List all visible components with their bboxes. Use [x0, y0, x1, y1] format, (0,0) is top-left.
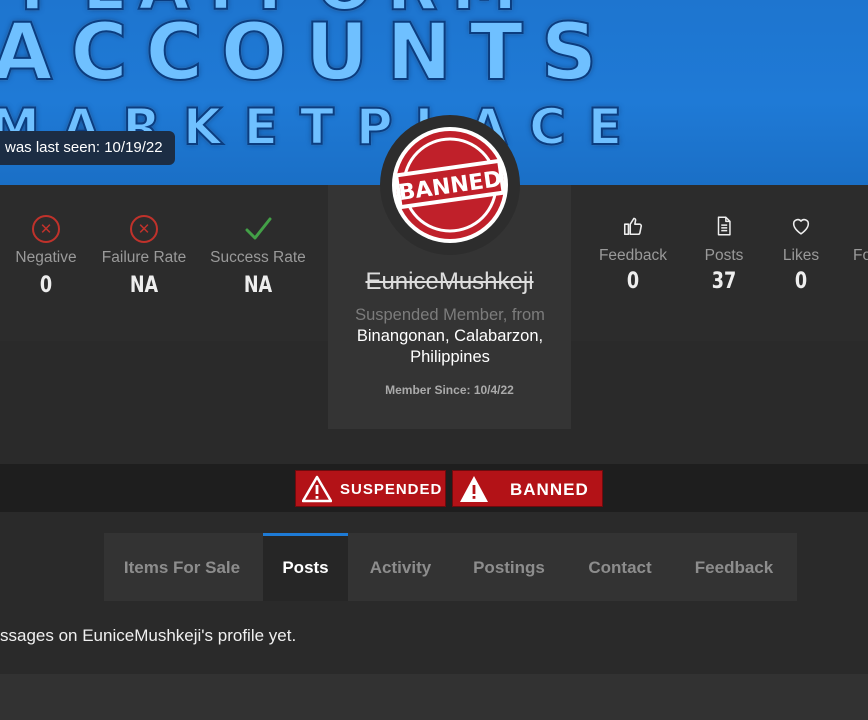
- banned-stamp-icon: BANNED: [392, 127, 508, 243]
- document-icon: [717, 216, 731, 236]
- footer-band: [0, 674, 868, 720]
- user-title-rank: Suspended Member: [355, 306, 503, 324]
- tab-feedback[interactable]: Feedback: [675, 533, 793, 601]
- stat-feedback[interactable]: Feedback 0: [583, 215, 683, 294]
- stat-label: Success Rate: [210, 249, 306, 266]
- x-circle-icon: ✕: [130, 215, 158, 243]
- stat-failure-rate: ✕ Failure Rate NA: [94, 215, 194, 298]
- profile-tabs: Items For Sale Posts Activity Postings C…: [104, 533, 797, 601]
- stat-label: Feedback: [598, 247, 668, 264]
- username: EuniceMushkeji: [365, 268, 534, 295]
- stat-followers[interactable]: Fo: [853, 215, 868, 265]
- banned-badge: BANNED: [452, 470, 603, 507]
- thumbs-up-icon: [623, 217, 643, 236]
- badge-label: SUSPENDED: [340, 481, 443, 498]
- avatar[interactable]: BANNED: [380, 115, 520, 255]
- tab-activity[interactable]: Activity: [348, 533, 453, 601]
- check-icon: [245, 217, 272, 240]
- stat-success-rate: Success Rate NA: [208, 215, 308, 298]
- banner-text-line2: ACCOUNTS: [0, 7, 616, 99]
- badge-label: BANNED: [510, 480, 589, 499]
- user-title-from: , from: [502, 306, 545, 324]
- stat-likes[interactable]: Likes 0: [751, 215, 851, 294]
- tab-posts[interactable]: Posts: [263, 533, 348, 601]
- member-since: Member Since: 10/4/22: [385, 383, 514, 397]
- stat-label: Likes: [782, 247, 820, 264]
- x-circle-icon: ✕: [32, 215, 60, 243]
- empty-messages-text: ssages on EuniceMushkeji's profile yet.: [0, 626, 297, 645]
- stat-label: Failure Rate: [101, 249, 187, 266]
- suspended-badge: SUSPENDED: [295, 470, 446, 507]
- heart-icon: [792, 218, 810, 235]
- tab-items-for-sale[interactable]: Items For Sale: [104, 533, 260, 601]
- warning-icon: [460, 476, 488, 502]
- user-location: Binangonan, Calabarzon, Philippines: [356, 327, 544, 366]
- stat-negative: ✕ Negative 0: [0, 215, 96, 298]
- stat-value: 0: [794, 269, 808, 294]
- stat-value: 0: [626, 269, 640, 294]
- last-seen-label: was last seen: 10/19/22: [0, 131, 175, 165]
- stat-value: NA: [243, 273, 273, 298]
- user-title: Suspended Member, from Binangonan, Calab…: [336, 305, 564, 368]
- stat-value: 0: [39, 273, 53, 298]
- stat-label: Negative: [15, 249, 77, 266]
- stat-value: NA: [129, 273, 159, 298]
- stat-label: Fo: [853, 247, 868, 264]
- tab-contact[interactable]: Contact: [565, 533, 675, 601]
- tab-postings[interactable]: Postings: [453, 533, 565, 601]
- followers-icon: [853, 215, 868, 237]
- warning-icon: [302, 475, 332, 503]
